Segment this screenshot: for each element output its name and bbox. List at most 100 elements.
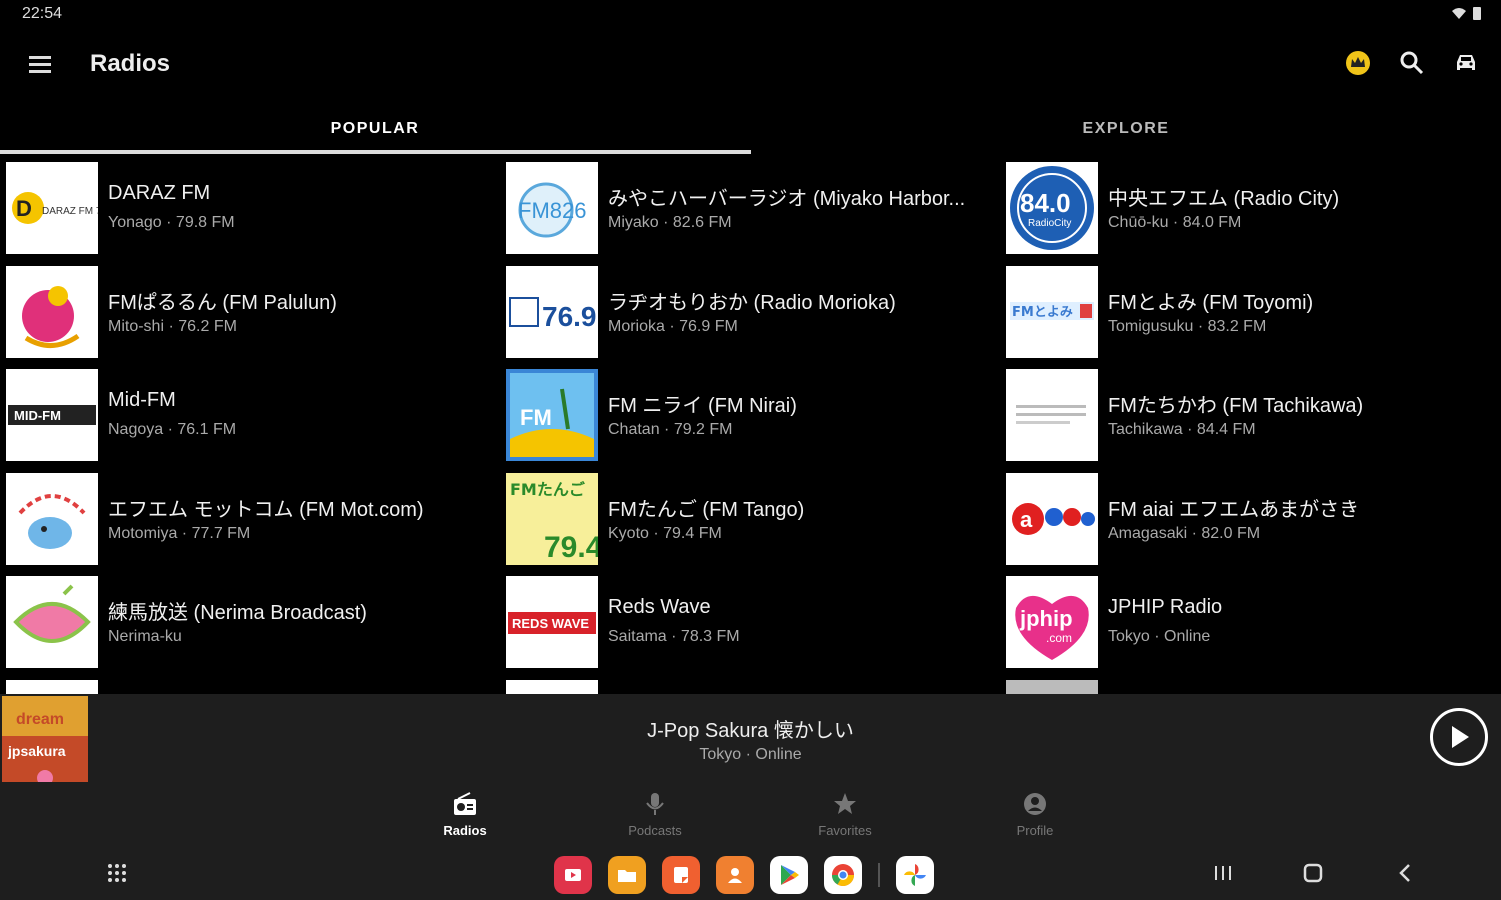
- search-button[interactable]: [1397, 48, 1427, 78]
- car-mode-button[interactable]: [1451, 48, 1481, 78]
- back-chevron-icon: [1399, 864, 1410, 882]
- menu-button[interactable]: [26, 50, 56, 78]
- station-location: Tachikawa · 84.4 FM: [1108, 421, 1256, 438]
- svg-text:FM: FM: [520, 405, 552, 430]
- battery-icon: [1473, 7, 1481, 20]
- midfm-logo-text: MID-FM: [14, 408, 61, 423]
- app-drawer-button[interactable]: [102, 860, 132, 886]
- station-logo: [1006, 369, 1098, 461]
- station-item[interactable]: FMとよみ FMとよみ (FM Toyomi) Tomigusuku · 83.…: [1000, 262, 1490, 366]
- account-circle-icon: [1024, 793, 1046, 815]
- station-location: Motomiya · 77.7 FM: [108, 524, 251, 542]
- station-name: みやこハーバーラジオ (Miyako Harbor...: [608, 188, 966, 210]
- station-name: FMたんご (FM Tango): [608, 498, 805, 521]
- pinwheel-icon: [904, 864, 926, 886]
- nav-label: Podcasts: [628, 823, 682, 838]
- station-item[interactable]: FMたちかわ (FM Tachikawa) Tachikawa · 84.4 F…: [1000, 365, 1490, 469]
- station-item-partial[interactable]: [500, 676, 990, 694]
- station-name: 中央エフエム (Radio City): [1108, 188, 1340, 210]
- station-name: FM aiai エフエムあまがさき: [1108, 498, 1360, 521]
- tab-explore[interactable]: EXPLORE: [751, 104, 1501, 154]
- nav-radios[interactable]: Radios: [415, 792, 515, 842]
- station-item[interactable]: FMたんご 79.4 FMたんご (FM Tango) Kyoto · 79.4…: [500, 469, 990, 573]
- morioka-logo-text: 76.9: [542, 301, 597, 332]
- station-name: ラヂオもりおか (Radio Morioka): [608, 291, 896, 314]
- station-logo: [506, 679, 598, 694]
- station-item[interactable]: D DARAZ FM 79.8 DARAZ FM Yonago · 79.8 F…: [0, 158, 490, 262]
- station-item[interactable]: MID-FM Mid-FM Nagoya · 76.1 FM: [0, 365, 490, 469]
- station-item-partial[interactable]: [1000, 676, 1490, 694]
- station-item[interactable]: REDS WAVE Reds Wave Saitama · 78.3 FM: [500, 572, 990, 676]
- now-playing-bar[interactable]: dream jpsakura J-Pop Sakura 懐かしい Tokyo ·…: [0, 694, 1501, 784]
- station-logo: MID-FM: [6, 369, 98, 461]
- station-name: JPHIP Radio: [1108, 596, 1223, 618]
- premium-button[interactable]: [1343, 48, 1373, 78]
- dock-app-files[interactable]: [608, 856, 646, 894]
- dock-app-chrome[interactable]: [824, 856, 862, 894]
- station-location: Chatan · 79.2 FM: [608, 421, 733, 438]
- video-player-icon: [565, 869, 581, 881]
- nav-label: Profile: [1016, 823, 1054, 838]
- dock-app-play-store[interactable]: [770, 856, 808, 894]
- station-logo: FMとよみ: [1006, 265, 1098, 358]
- station-name: FMぱるるん (FM Palulun): [108, 291, 337, 314]
- jphip-logo-sub: .com: [1046, 631, 1072, 645]
- station-item[interactable]: jphip .com JPHIP Radio Tokyo · Online: [1000, 572, 1490, 676]
- nav-favorites[interactable]: Favorites: [795, 792, 895, 842]
- toyomi-logo-text: FMとよみ: [1012, 305, 1073, 320]
- station-name: DARAZ FM: [108, 182, 211, 204]
- station-item-partial[interactable]: [0, 676, 490, 694]
- station-location: Tomigusuku · 83.2 FM: [1108, 317, 1267, 335]
- station-name: FMたちかわ (FM Tachikawa): [1108, 395, 1364, 417]
- now-playing-subtitle: Tokyo · Online: [699, 746, 802, 763]
- station-name: Reds Wave: [608, 596, 711, 618]
- station-name: FM ニライ (FM Nirai): [608, 395, 797, 417]
- dock-app-video[interactable]: [554, 856, 592, 894]
- recents-button[interactable]: [1208, 860, 1238, 886]
- station-item[interactable]: a FM aiai エフエムあまがさき Amagasaki · 82.0 FM: [1000, 469, 1490, 573]
- station-logo: FMたんご 79.4: [506, 472, 598, 565]
- station-name: Mid-FM: [108, 389, 176, 411]
- station-location: Yonago · 79.8 FM: [108, 214, 235, 231]
- station-logo: D DARAZ FM 79.8: [6, 162, 98, 254]
- reds-logo-text: REDS WAVE: [512, 616, 589, 631]
- station-logo: [1006, 679, 1098, 694]
- nav-profile[interactable]: Profile: [985, 792, 1085, 842]
- dock-app-photos[interactable]: [896, 856, 934, 894]
- dock-app-contacts[interactable]: [716, 856, 754, 894]
- tab-popular[interactable]: POPULAR: [0, 104, 750, 154]
- station-item[interactable]: 84.0 RadioCity 中央エフエム (Radio City) Chūō-…: [1000, 158, 1490, 262]
- station-item[interactable]: FM826 みやこハーバーラジオ (Miyako Harbor... Miyak…: [500, 158, 990, 262]
- station-item[interactable]: 76.9 ラヂオもりおか (Radio Morioka) Morioka · 7…: [500, 262, 990, 366]
- tango-logo-num: 79.4: [544, 531, 598, 564]
- station-location: Kyoto · 79.4 FM: [608, 524, 722, 542]
- nav-podcasts[interactable]: Podcasts: [605, 792, 705, 842]
- station-item[interactable]: 練馬放送 (Nerima Broadcast) Nerima-ku: [0, 572, 490, 676]
- station-name: エフエム モットコム (FM Mot.com): [108, 498, 424, 521]
- play-icon: [1452, 726, 1469, 748]
- status-time: 22:54: [22, 5, 63, 22]
- back-button[interactable]: [1390, 860, 1420, 886]
- station-item[interactable]: エフエム モットコム (FM Mot.com) Motomiya · 77.7 …: [0, 469, 490, 573]
- daraz-logo-text: DARAZ FM 79.8: [42, 206, 98, 217]
- search-icon: [1400, 51, 1424, 75]
- station-item[interactable]: FM FM ニライ (FM Nirai) Chatan · 79.2 FM: [500, 365, 990, 469]
- radio-icon: [454, 792, 476, 815]
- radiocity-logo-num: 84.0: [1020, 188, 1071, 218]
- station-location: Amagasaki · 82.0 FM: [1108, 524, 1261, 542]
- system-taskbar: [0, 844, 1501, 900]
- station-logo: [6, 679, 98, 694]
- microphone-icon: [646, 793, 664, 815]
- system-icons: [1451, 6, 1481, 20]
- home-button[interactable]: [1298, 860, 1328, 886]
- station-location: Chūō-ku · 84.0 FM: [1108, 214, 1242, 231]
- station-location: Morioka · 76.9 FM: [608, 317, 738, 335]
- station-logo: [6, 472, 98, 565]
- station-logo: REDS WAVE: [506, 576, 598, 668]
- chrome-icon: [832, 864, 854, 886]
- play-button[interactable]: [1430, 708, 1488, 766]
- wifi-icon: [1452, 8, 1466, 19]
- home-icon: [1303, 863, 1323, 883]
- station-item[interactable]: FMぱるるん (FM Palulun) Mito-shi · 76.2 FM: [0, 262, 490, 366]
- dock-app-notes[interactable]: [662, 856, 700, 894]
